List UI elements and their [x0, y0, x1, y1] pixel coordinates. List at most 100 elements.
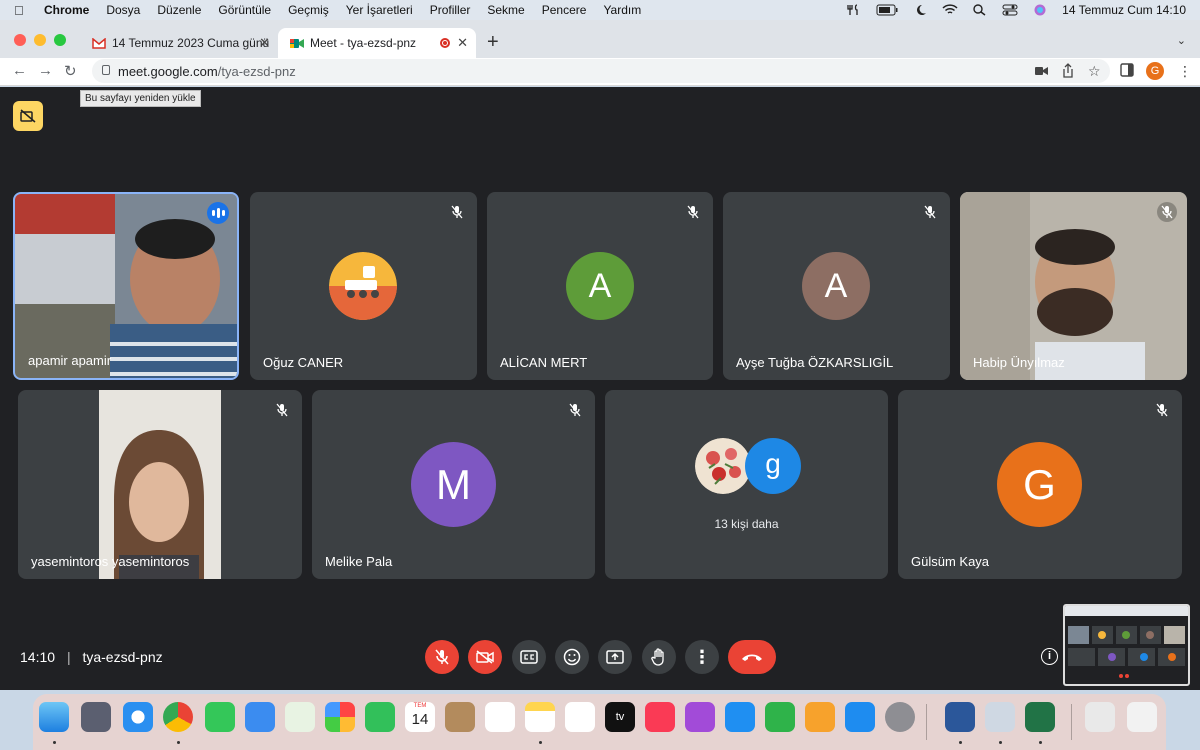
mail-icon[interactable]: [245, 702, 275, 732]
podcasts-icon[interactable]: [685, 702, 715, 732]
notes-icon[interactable]: [525, 702, 555, 732]
browser-tab-strip: 14 Temmuz 2023 Cuma günü s ✕ Meet - tya-…: [0, 20, 1200, 58]
camera-in-use-icon[interactable]: [1035, 66, 1048, 76]
address-bar[interactable]: meet.google.com/tya-ezsd-pnz: [92, 59, 1110, 83]
mic-toggle-button[interactable]: [425, 640, 459, 674]
participant-name: Habip Ünyılmaz: [973, 355, 1065, 370]
close-window-button[interactable]: [14, 34, 26, 46]
freeform-icon[interactable]: [565, 702, 595, 732]
new-tab-button[interactable]: +: [487, 31, 499, 54]
reload-icon[interactable]: ↻: [64, 62, 77, 80]
participant-name: Melike Pala: [325, 554, 393, 569]
menu-sekme[interactable]: Sekme: [487, 3, 524, 17]
keynote-icon[interactable]: [725, 702, 755, 732]
preview-icon[interactable]: [985, 702, 1015, 732]
bookmark-star-icon[interactable]: ☆: [1088, 63, 1101, 80]
macos-menubar:  Chrome Dosya Düzenle Görüntüle Geçmiş …: [0, 0, 1200, 20]
participant-tile[interactable]: Oğuz CANER: [250, 192, 477, 380]
back-arrow-icon[interactable]: ←: [12, 62, 27, 79]
menu-profiller[interactable]: Profiller: [430, 3, 471, 17]
menu-pencere[interactable]: Pencere: [542, 3, 587, 17]
maps-icon[interactable]: [285, 702, 315, 732]
participant-tile[interactable]: G Gülsüm Kaya: [898, 390, 1182, 579]
tab-meet-close-icon[interactable]: ✕: [457, 35, 468, 51]
tab-meet[interactable]: Meet - tya-ezsd-pnz ✕: [278, 28, 476, 58]
profile-avatar[interactable]: G: [1146, 62, 1164, 80]
running-indicator: [177, 741, 180, 744]
fork-knife-icon[interactable]: [846, 4, 862, 16]
calendar-icon[interactable]: TEM 14: [405, 702, 435, 732]
menubar-datetime[interactable]: 14 Temmuz Cum 14:10: [1062, 3, 1186, 17]
side-panel-icon[interactable]: [1120, 63, 1134, 77]
music-icon[interactable]: [645, 702, 675, 732]
more-options-button[interactable]: ⋮: [685, 640, 719, 674]
messages-icon[interactable]: [205, 702, 235, 732]
menu-yer-isaretleri[interactable]: Yer İşaretleri: [346, 3, 413, 17]
tab-search-chevron-icon[interactable]: ⌄: [1177, 34, 1186, 47]
participant-name: ALİCAN MERT: [500, 355, 588, 370]
trash-icon[interactable]: [1127, 702, 1157, 732]
wifi-icon[interactable]: [942, 4, 958, 16]
spotlight-search-icon[interactable]: [972, 4, 988, 16]
apple-tv-icon[interactable]: tv: [605, 702, 635, 732]
finder-icon[interactable]: [39, 702, 69, 732]
more-vert-icon[interactable]: ⋮: [1178, 63, 1192, 80]
downloads-stack-icon[interactable]: [1085, 702, 1115, 732]
siri-icon[interactable]: [1032, 4, 1048, 16]
more-participants-tile[interactable]: g 13 kişi daha: [605, 390, 888, 579]
leave-call-button[interactable]: [728, 640, 776, 674]
app-store-icon[interactable]: [845, 702, 875, 732]
tab-gmail-title: 14 Temmuz 2023 Cuma günü s: [112, 36, 272, 50]
browser-toolbar: ← → ↻ meet.google.com/tya-ezsd-pnz ☆ G ⋮: [0, 58, 1200, 86]
participant-tile[interactable]: A ALİCAN MERT: [487, 192, 713, 380]
participant-tile[interactable]: apamir apamir: [13, 192, 239, 380]
raise-hand-button[interactable]: [642, 640, 676, 674]
present-now-button[interactable]: [598, 640, 632, 674]
moon-icon[interactable]: [912, 4, 928, 16]
zoom-window-button[interactable]: [54, 34, 66, 46]
menu-goruntule[interactable]: Görüntüle: [218, 3, 271, 17]
mic-off-icon: [920, 202, 940, 222]
reminders-icon[interactable]: [485, 702, 515, 732]
share-icon[interactable]: [1062, 63, 1074, 78]
meeting-code: tya-ezsd-pnz: [82, 649, 163, 665]
numbers-icon[interactable]: [765, 702, 795, 732]
system-settings-icon[interactable]: [885, 702, 915, 732]
minimize-window-button[interactable]: [34, 34, 46, 46]
menu-duzenle[interactable]: Düzenle: [157, 3, 201, 17]
contacts-icon[interactable]: [445, 702, 475, 732]
menu-app-chrome[interactable]: Chrome: [44, 3, 89, 17]
safari-icon[interactable]: [123, 702, 153, 732]
participant-name: apamir apamir: [28, 353, 112, 368]
host-controls-badge[interactable]: [13, 101, 43, 131]
dock-separator: [926, 704, 927, 740]
participant-tile[interactable]: M Melike Pala: [312, 390, 595, 579]
forward-arrow-icon[interactable]: →: [38, 62, 53, 79]
tab-gmail-close-icon[interactable]: ✕: [259, 35, 270, 51]
participant-tile[interactable]: Habip Ünyılmaz: [960, 192, 1187, 380]
more-vert-icon: ⋮: [693, 647, 711, 667]
meeting-info-icon[interactable]: i: [1041, 648, 1058, 665]
screenshot-thumbnail[interactable]: [1063, 604, 1190, 686]
apple-icon[interactable]: : [14, 3, 28, 18]
tab-gmail[interactable]: 14 Temmuz 2023 Cuma günü s ✕: [80, 28, 278, 58]
menu-gecmis[interactable]: Geçmiş: [288, 3, 329, 17]
participant-tile[interactable]: A Ayşe Tuğba ÖZKARSLIGİL: [723, 192, 950, 380]
participant-tile[interactable]: yasemintoros yasemintoros: [18, 390, 302, 579]
photos-icon[interactable]: [325, 702, 355, 732]
camera-toggle-button[interactable]: [468, 640, 502, 674]
control-center-icon[interactable]: [1002, 4, 1018, 16]
facetime-icon[interactable]: [365, 702, 395, 732]
chrome-icon[interactable]: [163, 702, 193, 732]
menu-dosya[interactable]: Dosya: [106, 3, 140, 17]
excel-icon[interactable]: [1025, 702, 1055, 732]
word-icon[interactable]: [945, 702, 975, 732]
mic-off-icon: [1157, 202, 1177, 222]
lock-icon[interactable]: [102, 65, 110, 75]
menu-yardim[interactable]: Yardım: [603, 3, 641, 17]
battery-icon[interactable]: [876, 4, 898, 16]
reactions-button[interactable]: [555, 640, 589, 674]
captions-button[interactable]: [512, 640, 546, 674]
pages-icon[interactable]: [805, 702, 835, 732]
launchpad-icon[interactable]: [81, 702, 111, 732]
